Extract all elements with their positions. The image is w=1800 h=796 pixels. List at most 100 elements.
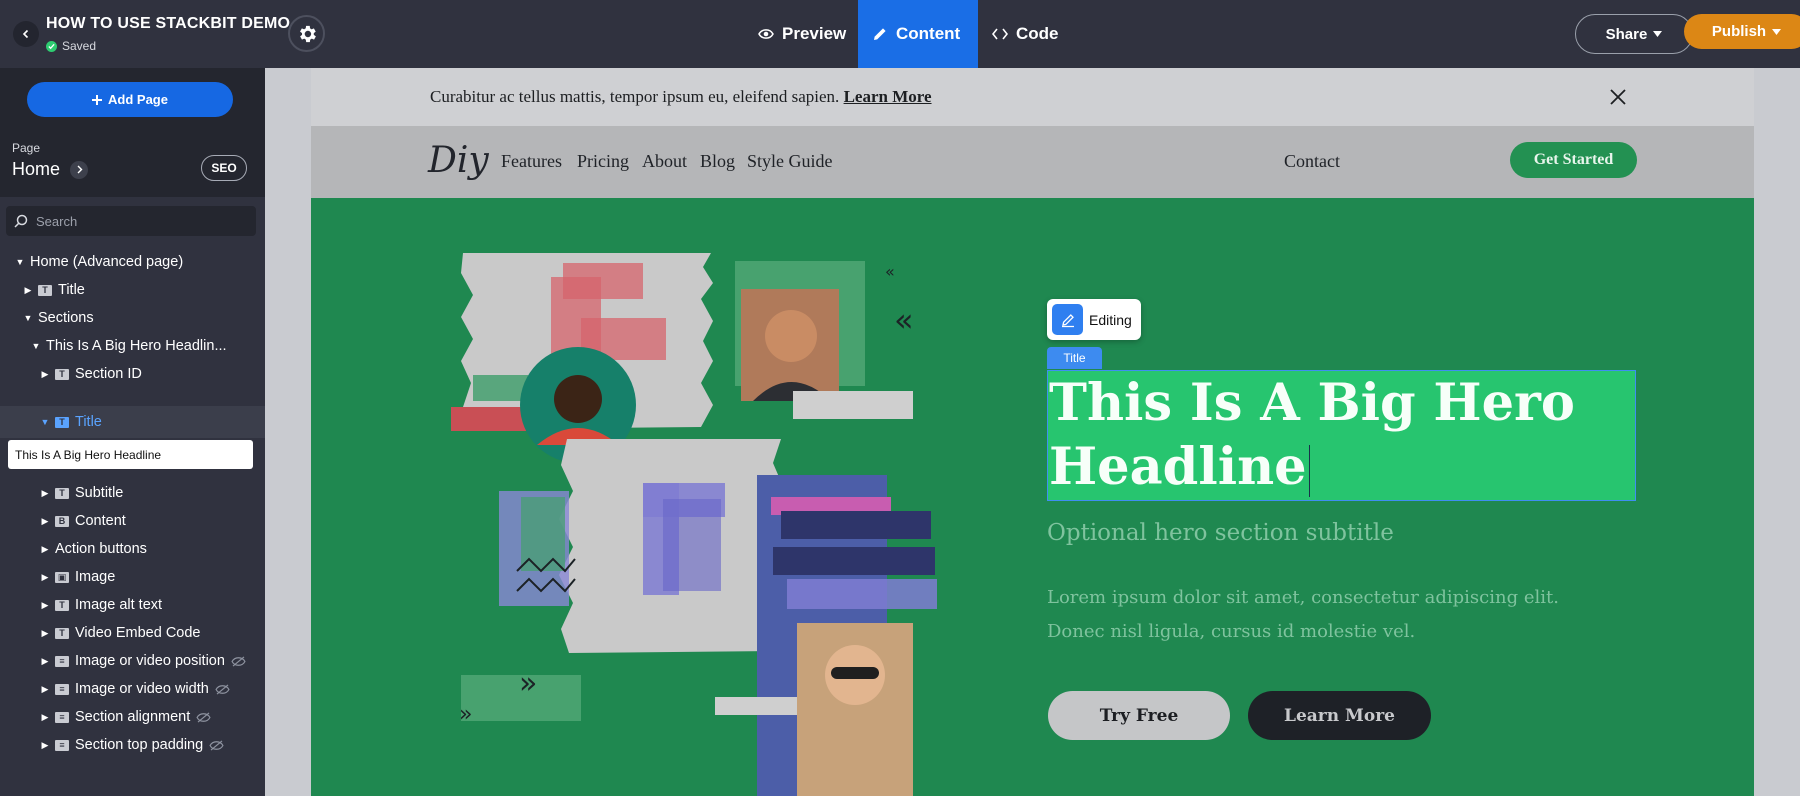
site-frame: Curabitur ac tellus mattis, tempor ipsum… bbox=[311, 68, 1754, 796]
tree-item-image[interactable]: ▶ ▣ Image bbox=[0, 563, 265, 591]
share-button[interactable]: Share bbox=[1575, 14, 1693, 54]
title-value-input[interactable]: This Is A Big Hero Headline bbox=[8, 440, 253, 469]
learn-more-button[interactable]: Learn More bbox=[1248, 691, 1431, 740]
text-field-icon: T bbox=[55, 416, 69, 428]
tree-item-action-buttons[interactable]: ▶ Action buttons bbox=[0, 535, 265, 563]
tree-item-label: Image or video width bbox=[75, 681, 209, 697]
eye-icon bbox=[758, 29, 774, 39]
hero-title-line: This Is A Big Hero bbox=[1049, 373, 1575, 433]
nav-link-features[interactable]: Features bbox=[501, 151, 562, 172]
tree-item-media-width[interactable]: ▶ ≡ Image or video width bbox=[0, 675, 265, 703]
tree-item-label: This Is A Big Hero Headlin... bbox=[46, 338, 227, 354]
tree-item-label: Sections bbox=[38, 310, 94, 326]
hero-image[interactable]: « « » » bbox=[451, 243, 1011, 796]
expanded-arrow-icon: ▼ bbox=[40, 417, 50, 427]
site-logo[interactable]: Diy bbox=[428, 140, 489, 181]
close-icon[interactable] bbox=[1607, 86, 1629, 108]
get-started-button[interactable]: Get Started bbox=[1510, 142, 1637, 178]
tab-preview[interactable]: Preview bbox=[758, 0, 856, 68]
nav-link-style-guide[interactable]: Style Guide bbox=[747, 151, 833, 172]
plus-icon bbox=[92, 94, 103, 105]
search-input[interactable] bbox=[36, 213, 236, 229]
tree-item-content[interactable]: ▶ B Content bbox=[0, 507, 265, 535]
try-free-button[interactable]: Try Free bbox=[1048, 691, 1230, 740]
add-page-button[interactable]: Add Page bbox=[27, 82, 233, 117]
back-button[interactable] bbox=[13, 21, 39, 47]
top-bar: HOW TO USE STACKBIT DEMO Saved Preview C… bbox=[0, 0, 1800, 68]
tab-content-label: Content bbox=[896, 24, 961, 43]
tab-code-label: Code bbox=[1016, 24, 1059, 43]
announcement-bar: Curabitur ac tellus mattis, tempor ipsum… bbox=[311, 68, 1754, 126]
white-label-shape bbox=[793, 391, 913, 419]
page-selector[interactable]: Home bbox=[12, 159, 89, 180]
hero-title[interactable]: This Is A Big Hero Headline bbox=[1048, 371, 1637, 499]
hero-title-line-with-caret: Headline bbox=[1049, 435, 1637, 499]
tab-content[interactable]: Content bbox=[858, 0, 978, 68]
tree-item-hero-section[interactable]: ▼ This Is A Big Hero Headlin... bbox=[0, 332, 265, 360]
publish-button-label: Publish bbox=[1711, 23, 1767, 40]
code-icon bbox=[992, 28, 1008, 40]
tree-item-title[interactable]: ▶ T Title bbox=[0, 276, 265, 304]
tree-item-section-alignment[interactable]: ▶ ≡ Section alignment bbox=[0, 703, 265, 731]
tree-item-image-alt[interactable]: ▶ T Image alt text bbox=[0, 591, 265, 619]
chevron-doodle: » bbox=[519, 666, 537, 701]
expanded-arrow-icon: ▼ bbox=[31, 341, 41, 351]
hero-title-editor[interactable]: This Is A Big Hero Headline bbox=[1047, 370, 1636, 501]
enum-field-icon: ≡ bbox=[55, 739, 69, 751]
enum-field-icon: ≡ bbox=[55, 711, 69, 723]
tree-item-hero-title[interactable]: ▼ T Title bbox=[0, 406, 265, 438]
tree-item-section-top-padding[interactable]: ▶ ≡ Section top padding bbox=[0, 731, 265, 759]
collapsed-arrow-icon: ▶ bbox=[41, 487, 49, 498]
tree-item-subtitle[interactable]: ▶ T Subtitle bbox=[0, 479, 265, 507]
pencil-icon bbox=[874, 28, 886, 40]
save-status: Saved bbox=[46, 39, 96, 53]
violet-shape bbox=[787, 579, 937, 609]
eye-off-icon bbox=[231, 655, 246, 667]
tree-item-label: Action buttons bbox=[55, 541, 147, 557]
collapsed-arrow-icon: ▶ bbox=[41, 599, 49, 610]
enum-field-icon: ≡ bbox=[55, 655, 69, 667]
rich-text-icon: B bbox=[55, 515, 69, 527]
tree-item-section-id[interactable]: ▶ T Section ID bbox=[0, 360, 265, 388]
hero-title-line: Headline bbox=[1049, 437, 1307, 497]
hero-subtitle[interactable]: Optional hero section subtitle bbox=[1047, 520, 1394, 546]
collapsed-arrow-icon: ▶ bbox=[41, 711, 49, 722]
nav-link-blog[interactable]: Blog bbox=[700, 151, 735, 172]
hero-body[interactable]: Lorem ipsum dolor sit amet, consectetur … bbox=[1047, 581, 1607, 649]
publish-button[interactable]: Publish bbox=[1684, 14, 1800, 49]
tree-item-label: Image or video position bbox=[75, 653, 225, 669]
tree-item-home[interactable]: ▼ Home (Advanced page) bbox=[0, 248, 265, 276]
seo-button[interactable]: SEO bbox=[201, 155, 247, 181]
collapsed-arrow-icon: ▶ bbox=[41, 683, 49, 694]
chevron-doodle: « bbox=[894, 301, 914, 339]
expanded-arrow-icon: ▼ bbox=[15, 257, 25, 267]
hero-body-line: Donec nisl ligula, cursus id molestie ve… bbox=[1047, 621, 1416, 642]
sunglasses-shape bbox=[831, 667, 879, 679]
eye-off-icon bbox=[215, 683, 230, 695]
site-header: Diy Features Pricing About Blog Style Gu… bbox=[311, 126, 1754, 198]
tree-item-video-embed[interactable]: ▶ T Video Embed Code bbox=[0, 619, 265, 647]
settings-button[interactable] bbox=[288, 15, 325, 52]
nav-link-about[interactable]: About bbox=[642, 151, 687, 172]
tab-preview-label: Preview bbox=[782, 24, 847, 43]
announcement-link[interactable]: Learn More bbox=[844, 87, 932, 106]
eye-off-icon bbox=[196, 711, 211, 723]
add-page-label: Add Page bbox=[108, 92, 168, 107]
chevron-doodle: » bbox=[459, 702, 472, 727]
pen-icon bbox=[1052, 304, 1083, 335]
nav-link-contact[interactable]: Contact bbox=[1284, 151, 1340, 172]
nav-link-pricing[interactable]: Pricing bbox=[577, 151, 629, 172]
tree-item-label: Image alt text bbox=[75, 597, 163, 613]
text-field-icon: T bbox=[55, 599, 69, 611]
green-tape-shape bbox=[473, 375, 528, 401]
tree-item-label: Section ID bbox=[75, 366, 142, 382]
tree-item-sections[interactable]: ▼ Sections bbox=[0, 304, 265, 332]
tree-item-media-position[interactable]: ▶ ≡ Image or video position bbox=[0, 647, 265, 675]
text-caret bbox=[1308, 445, 1311, 497]
tab-code[interactable]: Code bbox=[992, 0, 1067, 68]
image-field-icon: ▣ bbox=[55, 571, 69, 583]
search-field[interactable] bbox=[6, 206, 256, 236]
tree-item-label: Video Embed Code bbox=[75, 625, 201, 641]
editing-indicator[interactable]: Editing bbox=[1047, 299, 1141, 340]
collapsed-arrow-icon: ▶ bbox=[41, 627, 49, 638]
